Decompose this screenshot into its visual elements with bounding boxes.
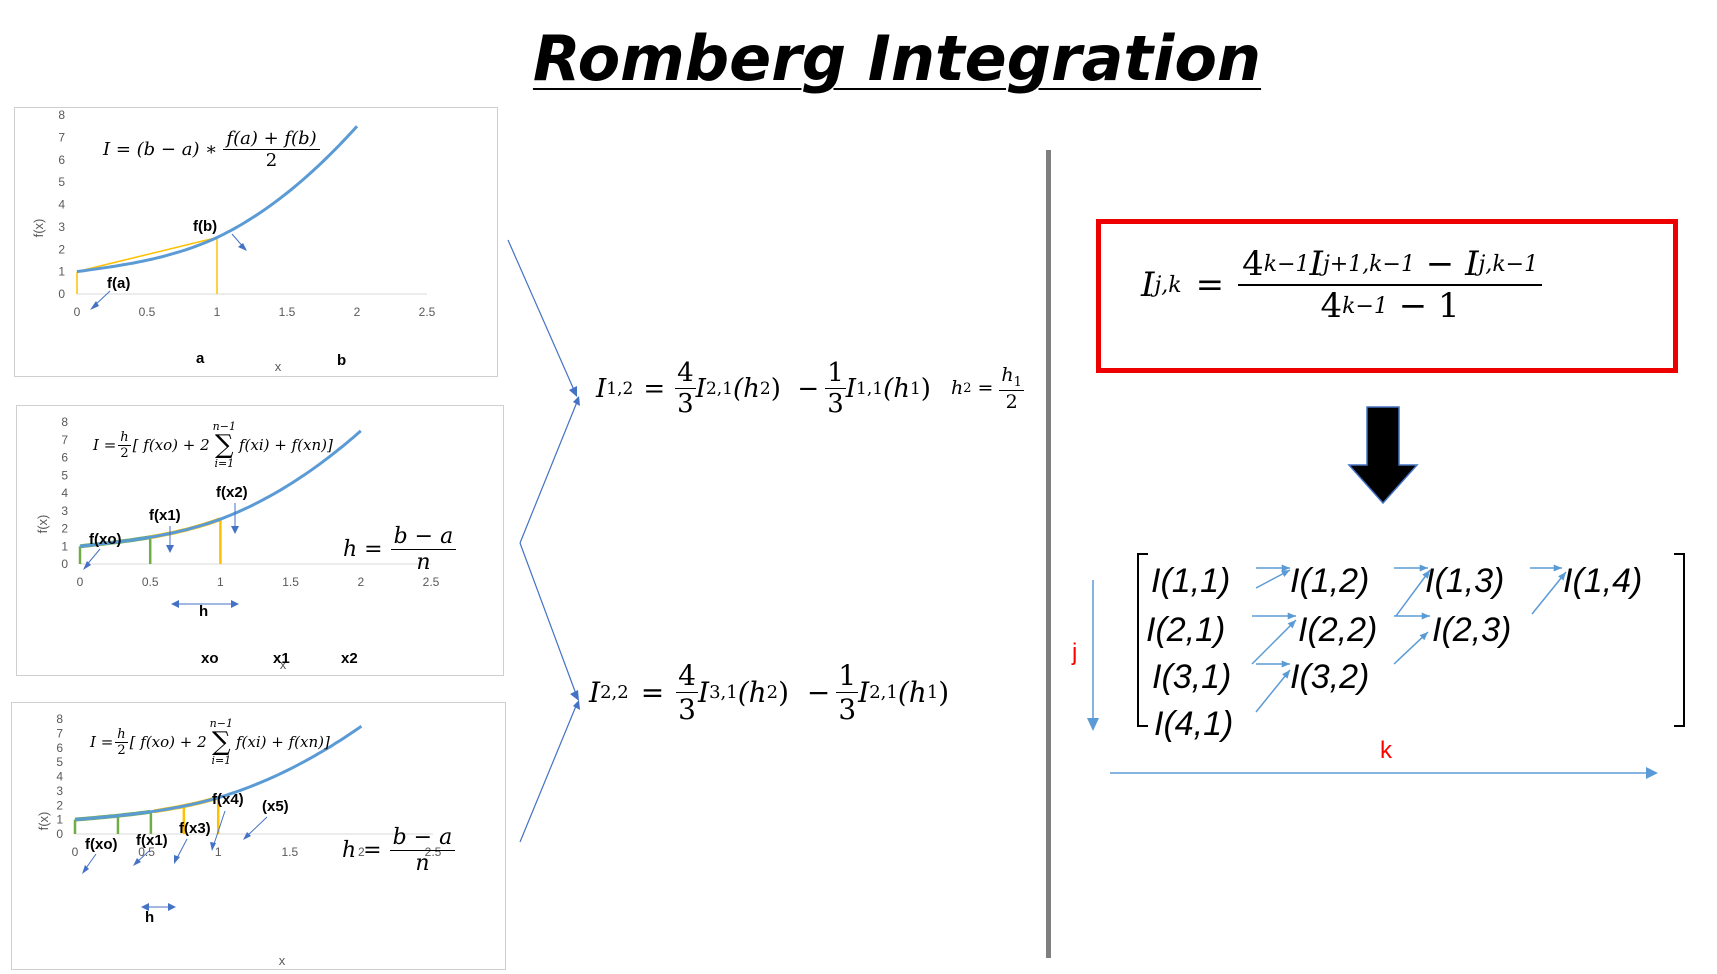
romberg-cell: I(4,1) (1154, 705, 1233, 743)
recursion-arrow-head (1421, 612, 1430, 620)
k-label: k (1380, 737, 1393, 764)
recursion-arrow-head (1287, 612, 1296, 620)
matrix-right-bracket (1674, 553, 1685, 727)
romberg-cell: I(2,1) (1146, 611, 1225, 649)
romberg-cell: I(3,1) (1152, 658, 1231, 696)
romberg-cell: I(1,1) (1151, 562, 1230, 600)
recursion-arrow-head (1281, 660, 1290, 668)
romberg-cell: I(2,3) (1432, 611, 1511, 649)
romberg-cell: I(3,2) (1290, 658, 1369, 696)
recursion-arrow-head (1553, 564, 1562, 572)
romberg-cell: I(1,2) (1290, 562, 1369, 600)
j-axis-head (1087, 718, 1099, 731)
romberg-cell: I(1,4) (1563, 562, 1642, 600)
romberg-cell: I(1,3) (1425, 562, 1504, 600)
j-label: j (1071, 639, 1077, 666)
romberg-table: I(1,1) I(1,2) I(1,3) I(1,4) I(2,1) I(2,2) I(2,… (1071, 553, 1685, 779)
romberg-cell: I(2,2) (1298, 611, 1377, 649)
k-axis-head (1646, 767, 1658, 779)
